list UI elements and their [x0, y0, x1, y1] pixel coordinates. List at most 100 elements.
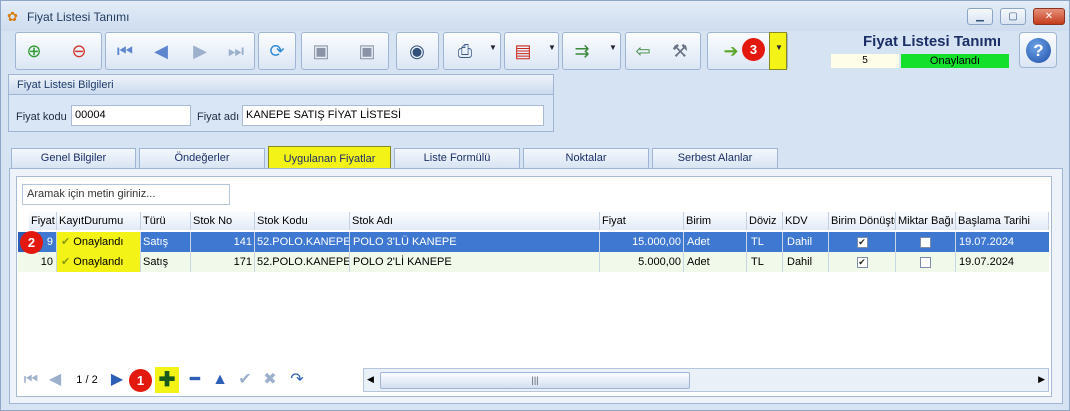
column-header-stok-kodu[interactable]: Stok Kodu — [255, 212, 350, 230]
pdf-export-icon[interactable]: ▤ — [509, 35, 537, 67]
cell-birim: Adet — [684, 232, 747, 252]
column-header-doviz[interactable]: Döviz — [747, 212, 783, 230]
column-header-turu[interactable]: Türü — [141, 212, 191, 230]
annotation-badge-2: 2 — [20, 231, 43, 254]
cell-stok-adi: POLO 2'Lİ KANEPE — [350, 252, 600, 272]
minimize-button[interactable]: ▁ — [967, 8, 993, 25]
cell-birim-donustur: ✔ — [829, 252, 896, 272]
transfer-icon[interactable]: ⇉ — [568, 35, 596, 67]
tab-ondegerler[interactable]: Öndeğerler — [139, 148, 265, 168]
tab-serbest-alanlar[interactable]: Serbest Alanlar — [652, 148, 778, 168]
column-header-miktar-bagi[interactable]: Miktar Bağı — [896, 212, 956, 230]
record-number: 5 — [831, 54, 899, 68]
annotation-badge-1: 1 — [129, 369, 152, 392]
save-close-icon[interactable]: ▣ — [353, 35, 381, 67]
cell-stok-no: 141 — [191, 232, 255, 252]
tab-liste-formulu[interactable]: Liste Formülü — [394, 148, 520, 168]
cell-stok-adi: POLO 3'LÜ KANEPE — [350, 232, 600, 252]
window-title: Fiyat Listesi Tanımı — [27, 10, 130, 24]
butterfly-app-icon: ✿ — [7, 9, 18, 24]
move-up-icon[interactable]: ▲ — [209, 367, 231, 393]
header-title: Fiyat Listesi Tanımı — [863, 33, 1002, 50]
cell-durum-text: Onaylandı — [73, 256, 124, 268]
settings-tools-icon[interactable]: ⚒ — [666, 35, 694, 67]
checkbox-miktar-bagi[interactable] — [920, 236, 931, 248]
table-row[interactable]: 10 ✔ Onaylandı Satış 171 52.POLO.KANEPE0… — [18, 252, 1049, 272]
exit-dropdown-icon[interactable]: ▼ — [775, 43, 783, 52]
cell-fiyat-no: 10 — [29, 252, 57, 272]
cell-turu: Satış — [141, 252, 191, 272]
check-icon: ✔ — [61, 256, 74, 268]
export-dropdown-icon[interactable]: ▼ — [548, 43, 556, 52]
tab-noktalar[interactable]: Noktalar — [523, 148, 649, 168]
confirm-icon[interactable]: ✔ — [234, 367, 256, 393]
cell-stok-kodu: 52.POLO.KANEPE0 — [255, 252, 350, 272]
first-record-icon[interactable]: ⏮ — [111, 35, 139, 67]
remove-row-icon[interactable]: ━ — [183, 367, 207, 393]
cell-kdv: Dahil — [783, 252, 829, 272]
undo-icon[interactable]: ↷ — [285, 367, 309, 393]
help-icon: ? — [1026, 38, 1051, 63]
checkbox-birim-donustur[interactable]: ✔ — [856, 256, 868, 268]
scroll-left-icon[interactable]: ◀ — [367, 374, 374, 385]
search-input[interactable]: Aramak için metin giriniz... — [22, 184, 230, 205]
next-record-icon[interactable]: ▶ — [186, 35, 214, 67]
cancel-icon[interactable]: ✖ — [259, 367, 281, 393]
last-record-icon[interactable]: ⏭ — [222, 35, 250, 67]
exit-icon[interactable]: ➔ — [717, 35, 745, 67]
cell-stok-kodu: 52.POLO.KANEPE — [255, 232, 350, 252]
import-icon[interactable]: ⇦ — [629, 35, 657, 67]
nav-first-icon[interactable]: ⏮ — [19, 367, 43, 393]
cell-miktar-bagi — [896, 232, 956, 252]
maximize-button[interactable]: ▢ — [1000, 8, 1026, 25]
annotation-badge-3: 3 — [742, 38, 765, 61]
print-dropdown-icon[interactable]: ▼ — [489, 43, 497, 52]
horizontal-scrollbar[interactable]: ◀ ||| ▶ — [363, 368, 1049, 392]
column-header-kdv[interactable]: KDV — [783, 212, 829, 230]
column-header-birim-donustur[interactable]: Birim Dönüştü. — [829, 212, 896, 230]
scroll-thumb[interactable]: ||| — [380, 372, 690, 389]
column-header-stok-adi[interactable]: Stok Adı — [350, 212, 600, 230]
transfer-dropdown-icon[interactable]: ▼ — [609, 43, 617, 52]
print-icon[interactable]: ⎙ — [451, 35, 479, 67]
cell-turu: Satış — [141, 232, 191, 252]
price-name-label: Fiyat adı — [197, 111, 240, 123]
column-header-stok-no[interactable]: Stok No — [191, 212, 255, 230]
scroll-right-icon[interactable]: ▶ — [1038, 374, 1045, 385]
help-button[interactable]: ? — [1019, 32, 1057, 68]
cell-doviz: TL — [747, 252, 783, 272]
nav-previous-icon[interactable]: ◀ — [45, 367, 65, 393]
column-header-birim[interactable]: Birim — [684, 212, 747, 230]
close-button[interactable]: ✕ — [1033, 8, 1065, 25]
cell-durum-text: Onaylandı — [73, 236, 124, 248]
previous-record-icon[interactable]: ◀ — [147, 35, 175, 67]
main-window: ✿ Fiyat Listesi Tanımı ▁ ▢ ✕ ⊕ ⊖ ⏮ ◀ ▶ ⏭… — [0, 0, 1070, 411]
checkbox-birim-donustur[interactable]: ✔ — [856, 236, 868, 248]
preview-icon[interactable]: ◉ — [403, 35, 431, 67]
pager-label: 1 / 2 — [71, 367, 103, 393]
tab-genel-bilgiler[interactable]: Genel Bilgiler — [11, 148, 136, 168]
cell-doviz: TL — [747, 232, 783, 252]
checkbox-miktar-bagi[interactable] — [920, 256, 931, 268]
table-row[interactable]: 9 ✔ Onaylandı Satış 141 52.POLO.KANEPE P… — [18, 232, 1049, 252]
price-code-field[interactable]: 00004 — [71, 105, 191, 126]
check-icon: ✔ — [61, 236, 74, 248]
price-name-field[interactable]: KANEPE SATIŞ FİYAT LİSTESİ — [242, 105, 544, 126]
save-icon[interactable]: ▣ — [307, 35, 335, 67]
nav-next-icon[interactable]: ▶ — [107, 367, 127, 393]
title-bar: ✿ Fiyat Listesi Tanımı ▁ ▢ ✕ — [1, 1, 1069, 31]
cell-miktar-bagi — [896, 252, 956, 272]
status-badge: Onaylandı — [901, 54, 1009, 68]
new-document-icon[interactable]: ⊕ — [20, 35, 48, 67]
cell-fiyat: 15.000,00 — [600, 232, 684, 252]
refresh-icon[interactable]: ⟳ — [263, 35, 291, 67]
cell-birim: Adet — [684, 252, 747, 272]
column-header-baslama-tarihi[interactable]: Başlama Tarihi — [956, 212, 1049, 230]
column-header-fiyat-no[interactable]: Fiyat — [29, 212, 57, 230]
column-header-fiyat[interactable]: Fiyat — [600, 212, 684, 230]
cell-baslama: 19.07.2024 — [959, 256, 1015, 268]
add-row-icon[interactable]: ✚ — [155, 367, 179, 393]
delete-document-icon[interactable]: ⊖ — [65, 35, 93, 67]
column-header-kayit-durumu[interactable]: KayıtDurumu — [57, 212, 141, 230]
cell-durum: ✔ Onaylandı — [57, 232, 141, 252]
